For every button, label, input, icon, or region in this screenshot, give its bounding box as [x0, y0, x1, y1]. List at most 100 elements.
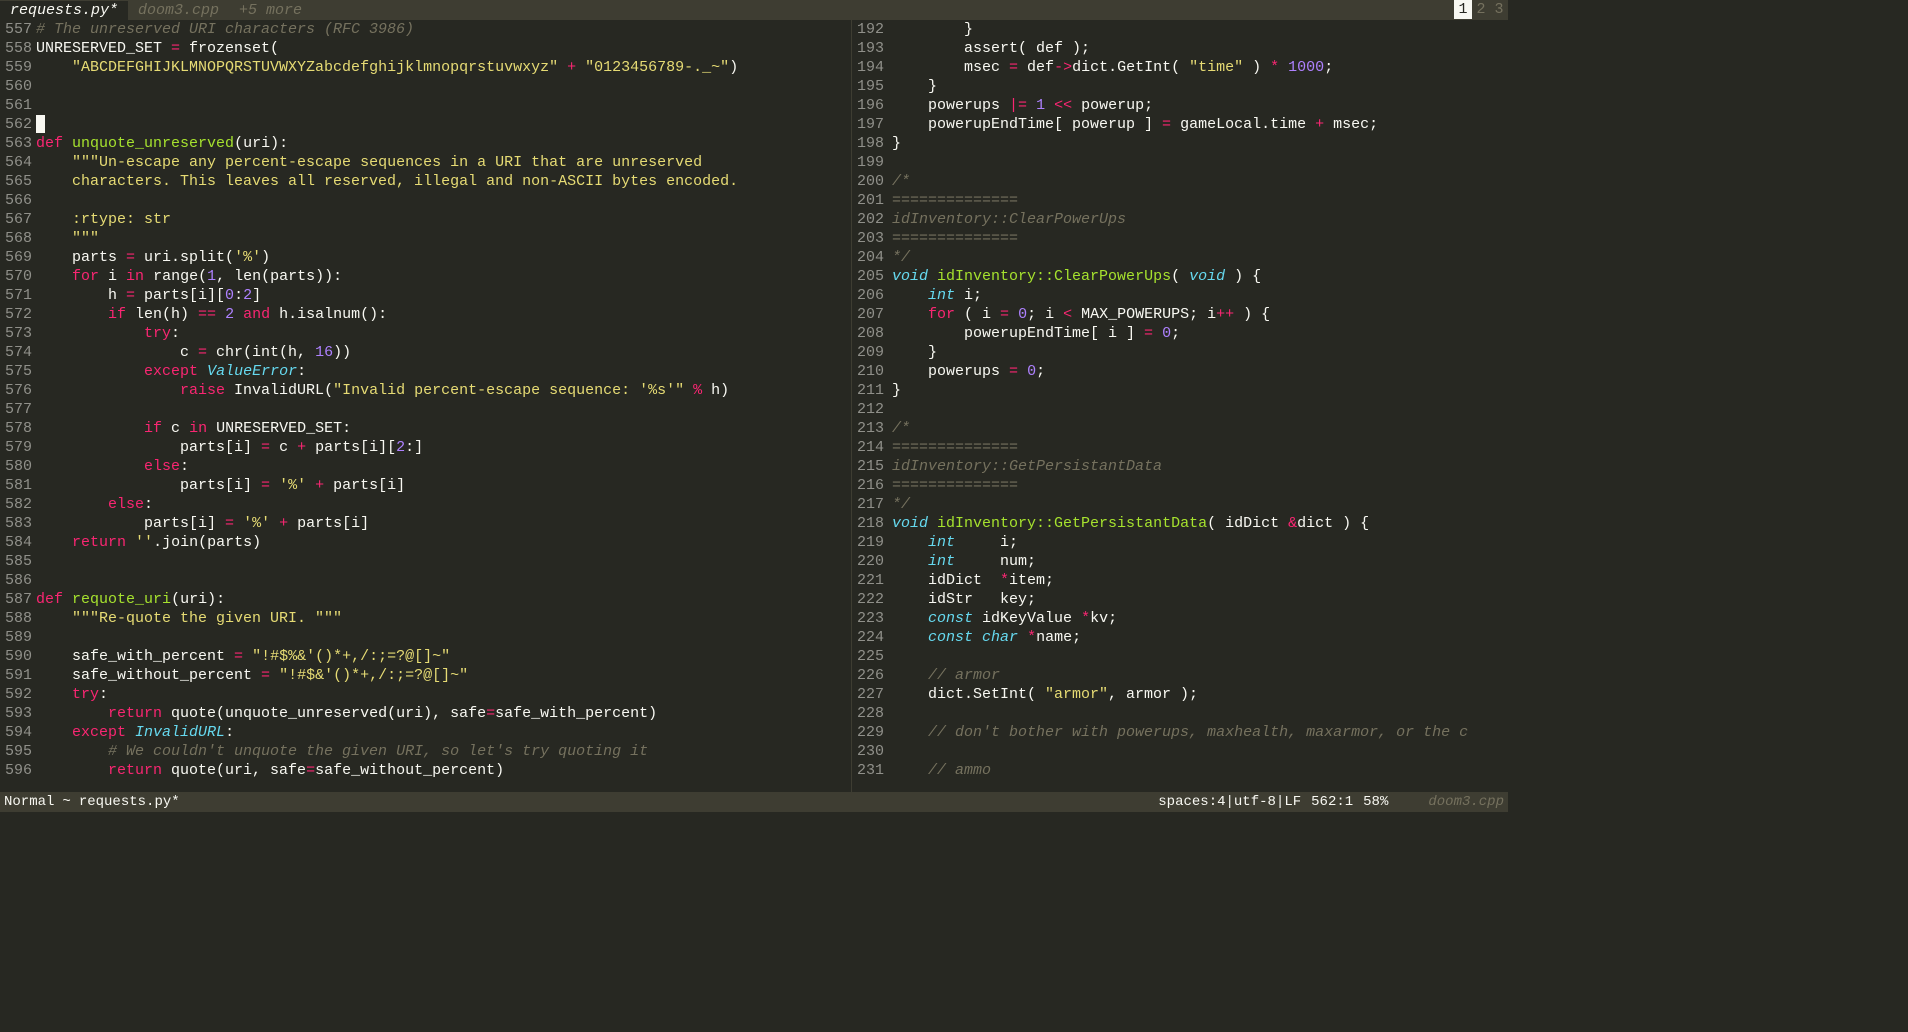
code-line[interactable] — [36, 77, 851, 96]
code-line[interactable]: except ValueError: — [36, 362, 851, 381]
code-line[interactable]: void idInventory::ClearPowerUps( void ) … — [892, 267, 1508, 286]
code-line[interactable]: } — [892, 381, 1508, 400]
line-number: 581 — [0, 476, 32, 495]
code-right[interactable]: } assert( def ); msec = def->dict.GetInt… — [892, 20, 1508, 792]
code-line[interactable]: """Un-escape any percent-escape sequence… — [36, 153, 851, 172]
code-line[interactable]: try: — [36, 685, 851, 704]
code-line[interactable]: parts[i] = '%' + parts[i] — [36, 476, 851, 495]
code-line[interactable] — [36, 552, 851, 571]
code-line[interactable]: } — [892, 134, 1508, 153]
pager-1[interactable]: 1 — [1454, 0, 1472, 19]
code-line[interactable]: try: — [36, 324, 851, 343]
code-line[interactable]: characters. This leaves all reserved, il… — [36, 172, 851, 191]
code-line[interactable]: for ( i = 0; i < MAX_POWERUPS; i++ ) { — [892, 305, 1508, 324]
right-pane[interactable]: 1921931941951961971981992002012022032042… — [852, 20, 1508, 792]
code-line[interactable]: parts[i] = c + parts[i][2:] — [36, 438, 851, 457]
code-line[interactable] — [892, 400, 1508, 419]
code-line[interactable]: return ''.join(parts) — [36, 533, 851, 552]
code-line[interactable]: else: — [36, 495, 851, 514]
code-line[interactable]: // armor — [892, 666, 1508, 685]
code-left[interactable]: # The unreserved URI characters (RFC 398… — [36, 20, 851, 792]
code-line[interactable]: /* — [892, 172, 1508, 191]
code-line[interactable]: ============== — [892, 229, 1508, 248]
status-bar: Normal ~ requests.py* spaces:4|utf-8|LF … — [0, 792, 1508, 812]
code-line[interactable]: } — [892, 77, 1508, 96]
line-number: 195 — [852, 77, 884, 96]
code-line[interactable]: ============== — [892, 191, 1508, 210]
code-line[interactable]: int num; — [892, 552, 1508, 571]
code-line[interactable]: idInventory::ClearPowerUps — [892, 210, 1508, 229]
code-line[interactable]: void idInventory::GetPersistantData( idD… — [892, 514, 1508, 533]
code-line[interactable] — [36, 628, 851, 647]
code-line[interactable] — [892, 153, 1508, 172]
code-line[interactable]: const idKeyValue *kv; — [892, 609, 1508, 628]
code-line[interactable]: // ammo — [892, 761, 1508, 780]
code-line[interactable]: UNRESERVED_SET = frozenset( — [36, 39, 851, 58]
code-line[interactable]: """Re-quote the given URI. """ — [36, 609, 851, 628]
line-number: 563 — [0, 134, 32, 153]
code-line[interactable]: idInventory::GetPersistantData — [892, 457, 1508, 476]
tab-more[interactable]: +5 more — [229, 1, 312, 20]
code-line[interactable]: safe_without_percent = "!#$&'()*+,/:;=?@… — [36, 666, 851, 685]
code-line[interactable]: const char *name; — [892, 628, 1508, 647]
code-line[interactable]: "ABCDEFGHIJKLMNOPQRSTUVWXYZabcdefghijklm… — [36, 58, 851, 77]
left-pane[interactable]: 5575585595605615625635645655665675685695… — [0, 20, 852, 792]
code-line[interactable] — [892, 742, 1508, 761]
line-number: 561 — [0, 96, 32, 115]
code-line[interactable]: """ — [36, 229, 851, 248]
code-line[interactable]: } — [892, 20, 1508, 39]
code-line[interactable]: parts[i] = '%' + parts[i] — [36, 514, 851, 533]
code-line[interactable]: def unquote_unreserved(uri): — [36, 134, 851, 153]
code-line[interactable]: */ — [892, 248, 1508, 267]
code-line[interactable]: } — [892, 343, 1508, 362]
code-line[interactable]: powerupEndTime[ i ] = 0; — [892, 324, 1508, 343]
line-number: 210 — [852, 362, 884, 381]
code-line[interactable]: dict.SetInt( "armor", armor ); — [892, 685, 1508, 704]
code-line[interactable] — [36, 571, 851, 590]
code-line[interactable]: except InvalidURL: — [36, 723, 851, 742]
code-line[interactable]: /* — [892, 419, 1508, 438]
code-line[interactable]: assert( def ); — [892, 39, 1508, 58]
pager-2[interactable]: 2 — [1472, 0, 1490, 19]
code-line[interactable]: c = chr(int(h, 16)) — [36, 343, 851, 362]
code-line[interactable]: else: — [36, 457, 851, 476]
code-line[interactable]: return quote(unquote_unreserved(uri), sa… — [36, 704, 851, 723]
code-line[interactable]: if c in UNRESERVED_SET: — [36, 419, 851, 438]
code-line[interactable] — [36, 96, 851, 115]
line-number: 570 — [0, 267, 32, 286]
pager-3[interactable]: 3 — [1490, 0, 1508, 19]
tab-other[interactable]: doom3.cpp — [128, 1, 229, 20]
code-line[interactable] — [892, 647, 1508, 666]
line-number: 559 — [0, 58, 32, 77]
code-line[interactable]: safe_with_percent = "!#$%&'()*+,/:;=?@[]… — [36, 647, 851, 666]
tab-active[interactable]: requests.py* — [0, 1, 128, 20]
code-line[interactable]: ============== — [892, 438, 1508, 457]
code-line[interactable]: if len(h) == 2 and h.isalnum(): — [36, 305, 851, 324]
code-line[interactable]: msec = def->dict.GetInt( "time" ) * 1000… — [892, 58, 1508, 77]
code-line[interactable]: int i; — [892, 533, 1508, 552]
code-line[interactable] — [36, 400, 851, 419]
code-line[interactable]: # We couldn't unquote the given URI, so … — [36, 742, 851, 761]
code-line[interactable]: idStr key; — [892, 590, 1508, 609]
code-line[interactable]: h = parts[i][0:2] — [36, 286, 851, 305]
line-number: 204 — [852, 248, 884, 267]
code-line[interactable]: // don't bother with powerups, maxhealth… — [892, 723, 1508, 742]
code-line[interactable]: powerups = 0; — [892, 362, 1508, 381]
code-line[interactable]: idDict *item; — [892, 571, 1508, 590]
code-line[interactable]: :rtype: str — [36, 210, 851, 229]
code-line[interactable]: for i in range(1, len(parts)): — [36, 267, 851, 286]
code-line[interactable]: */ — [892, 495, 1508, 514]
code-line[interactable] — [892, 704, 1508, 723]
code-line[interactable]: def requote_uri(uri): — [36, 590, 851, 609]
code-line[interactable]: ============== — [892, 476, 1508, 495]
code-line[interactable] — [36, 115, 851, 134]
code-line[interactable]: # The unreserved URI characters (RFC 398… — [36, 20, 851, 39]
code-line[interactable] — [36, 191, 851, 210]
code-line[interactable]: int i; — [892, 286, 1508, 305]
code-line[interactable]: powerups |= 1 << powerup; — [892, 96, 1508, 115]
code-line[interactable]: raise InvalidURL("Invalid percent-escape… — [36, 381, 851, 400]
code-line[interactable]: powerupEndTime[ powerup ] = gameLocal.ti… — [892, 115, 1508, 134]
code-line[interactable]: parts = uri.split('%') — [36, 248, 851, 267]
code-line[interactable]: return quote(uri, safe=safe_without_perc… — [36, 761, 851, 780]
line-number: 584 — [0, 533, 32, 552]
